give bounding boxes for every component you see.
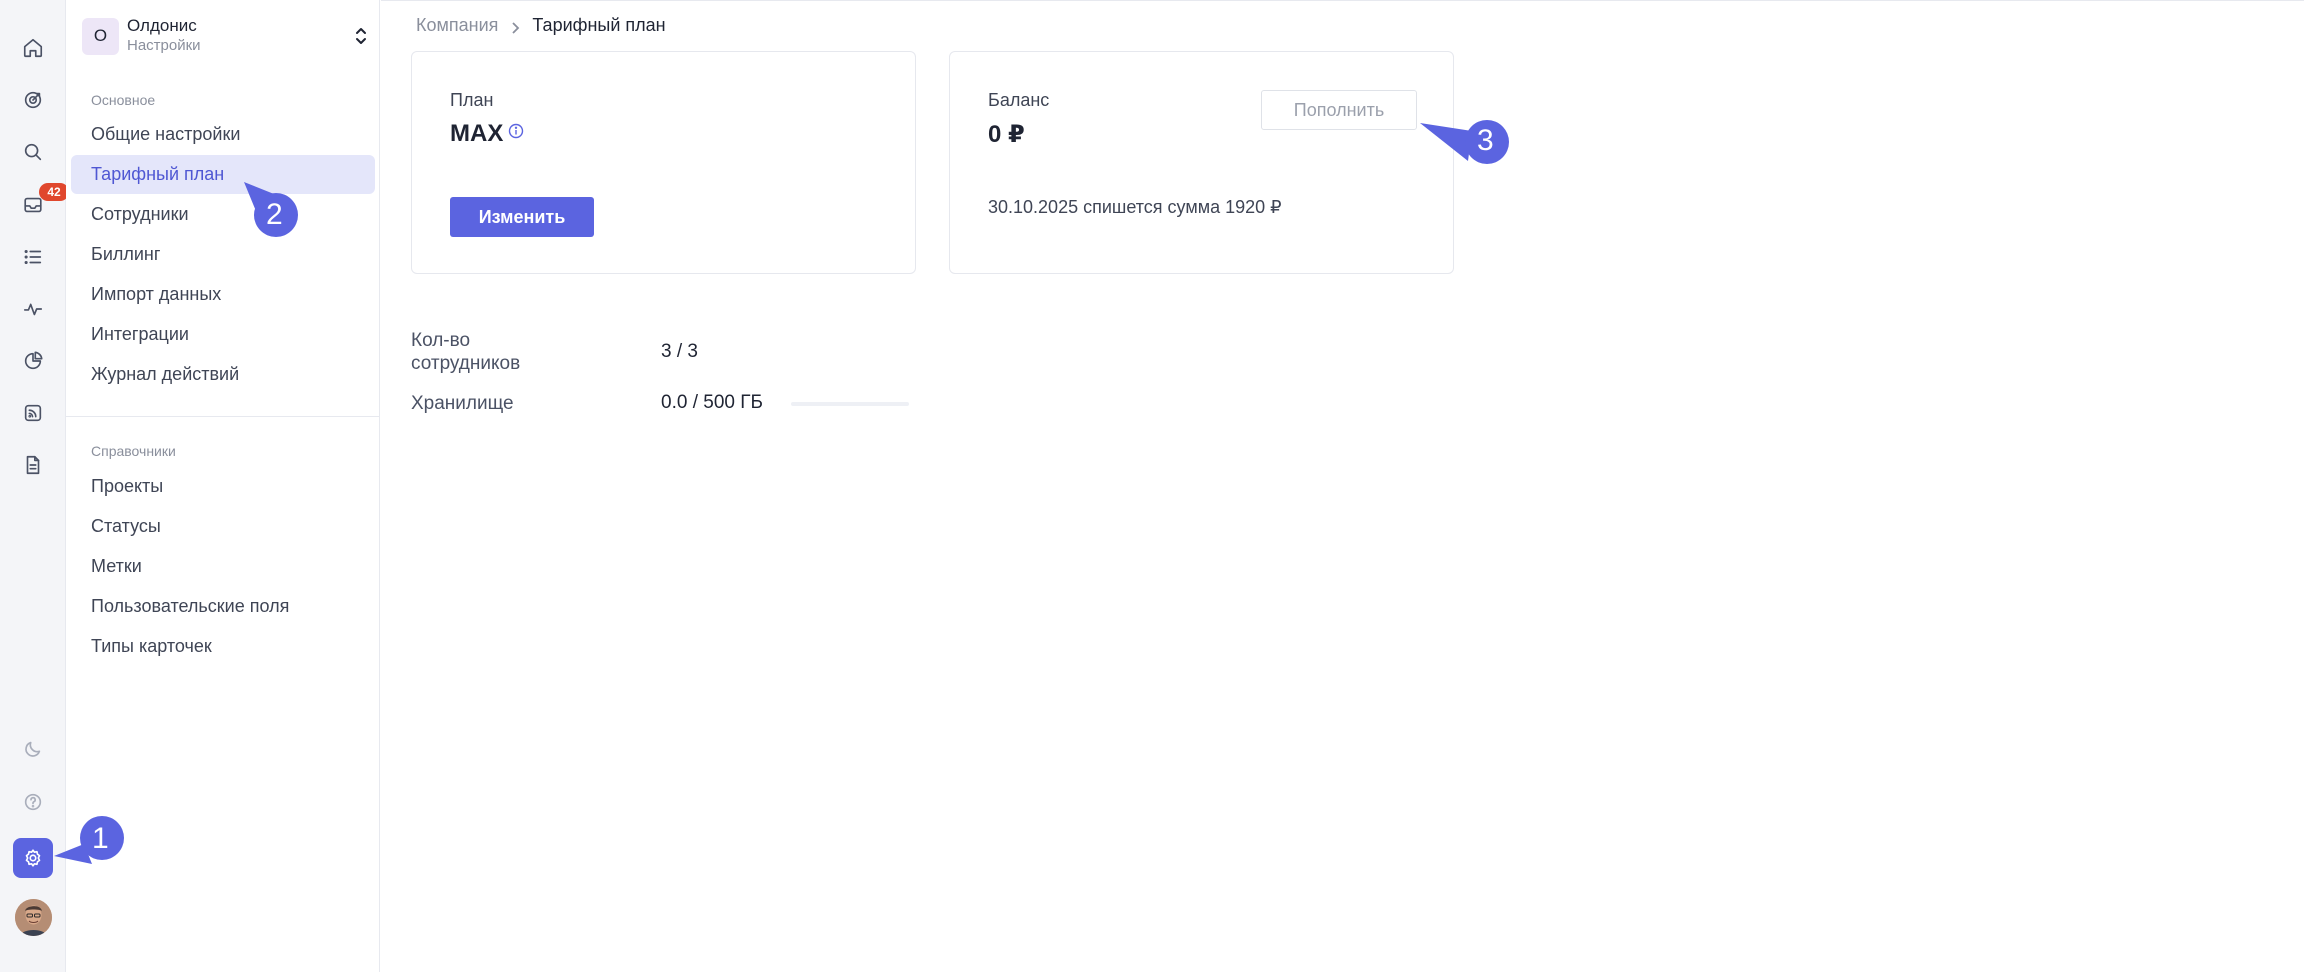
plan-name: MAX — [450, 120, 504, 147]
feed-icon[interactable] — [13, 393, 53, 433]
step-marker-3-number: 3 — [1477, 124, 1494, 157]
chevron-up-down-icon[interactable] — [350, 22, 372, 50]
sidebar-item-audit-log[interactable]: Журнал действий — [71, 355, 375, 394]
document-icon[interactable] — [13, 445, 53, 485]
next-charge-note: 30.10.2025 спишется сумма 1920 ₽ — [988, 197, 1282, 217]
org-name: Олдонис — [127, 16, 197, 35]
top-up-button[interactable]: Пополнить — [1261, 90, 1417, 130]
sidebar-item-billing[interactable]: Биллинг — [71, 235, 375, 274]
storage-progress-bar — [791, 402, 909, 406]
sidebar-item-projects[interactable]: Проекты — [71, 467, 375, 506]
chevron-right-icon — [510, 19, 520, 34]
sidebar-item-card-types[interactable]: Типы карточек — [71, 627, 375, 666]
info-icon[interactable] — [508, 118, 524, 139]
balance-value: 0 ₽ — [988, 121, 1025, 148]
storage-label: Хранилище — [411, 393, 514, 414]
balance-card: Баланс 0 ₽ Пополнить 30.10.2025 спишется… — [949, 51, 1454, 274]
step-marker-1: 1 — [54, 816, 126, 868]
sidebar-item-import[interactable]: Импорт данных — [71, 275, 375, 314]
notification-badge: 42 — [39, 183, 69, 201]
plan-value: MAX — [450, 120, 524, 148]
storage-value: 0.0 / 500 ГБ — [661, 392, 763, 413]
sidebar-item-employees[interactable]: Сотрудники — [71, 195, 375, 234]
organization-switcher[interactable]: О Олдонис Настройки — [82, 14, 372, 58]
org-subtitle: Настройки — [127, 37, 201, 54]
list-icon[interactable] — [13, 237, 53, 277]
sidebar-item-tariff[interactable]: Тарифный план — [71, 155, 375, 194]
step-marker-1-number: 1 — [92, 822, 109, 855]
breadcrumb-company[interactable]: Компания — [416, 15, 498, 36]
balance-label: Баланс — [988, 90, 1050, 110]
plan-label: План — [450, 90, 494, 110]
step-marker-3: 3 — [1420, 117, 1512, 167]
sidebar-item-custom-fields[interactable]: Пользовательские поля — [71, 587, 375, 626]
target-icon[interactable] — [13, 80, 53, 120]
sidebar-item-statuses[interactable]: Статусы — [71, 507, 375, 546]
help-icon[interactable] — [13, 782, 53, 822]
activity-icon[interactable] — [13, 289, 53, 329]
sidebar-divider — [66, 416, 380, 417]
home-icon[interactable] — [13, 28, 53, 68]
main-content: Компания Тарифный план План MAX Изменить… — [381, 0, 2304, 972]
sidebar-item-general[interactable]: Общие настройки — [71, 115, 375, 154]
sidebar-item-integrations[interactable]: Интеграции — [71, 315, 375, 354]
change-plan-button[interactable]: Изменить — [450, 197, 594, 237]
user-avatar[interactable] — [15, 899, 52, 936]
employees-count-value: 3 / 3 — [661, 341, 698, 362]
breadcrumb: Компания Тарифный план — [416, 15, 666, 36]
sidebar-item-tags[interactable]: Метки — [71, 547, 375, 586]
step-marker-2-number: 2 — [266, 198, 283, 231]
inbox-icon[interactable]: 42 — [13, 183, 69, 225]
app-window: 42 О Олдонис Настройки Основное Общие на… — [0, 0, 2304, 972]
employees-count-label: Кол-во сотрудников — [411, 330, 521, 374]
search-icon[interactable] — [13, 132, 53, 172]
section-label-references: Справочники — [91, 443, 176, 459]
section-label-main: Основное — [91, 92, 156, 108]
gear-icon[interactable] — [13, 838, 53, 878]
step-marker-2: 2 — [244, 182, 302, 238]
org-avatar: О — [82, 17, 119, 55]
breadcrumb-current: Тарифный план — [532, 15, 666, 35]
plan-card: План MAX Изменить — [411, 51, 916, 274]
moon-icon[interactable] — [13, 729, 53, 769]
pie-chart-icon[interactable] — [13, 341, 53, 381]
